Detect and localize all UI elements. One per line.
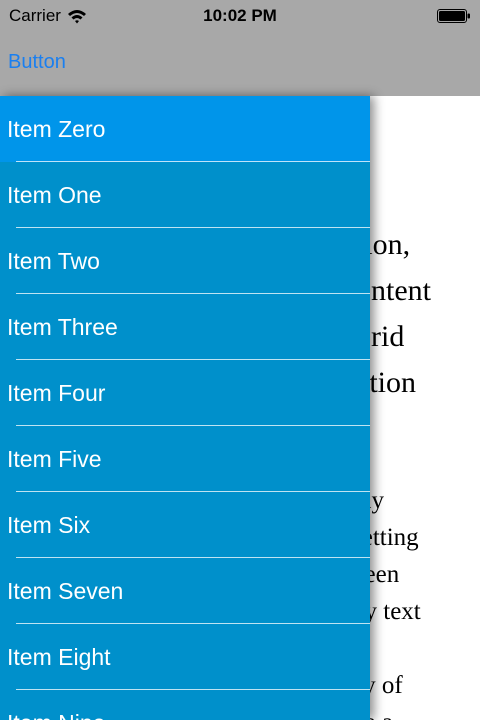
navigation-bar: Button xyxy=(0,32,480,96)
body-line: setting xyxy=(352,524,419,551)
menu-item-label: Item Four xyxy=(7,379,106,406)
menu-item-eight[interactable]: Item Eight xyxy=(0,624,370,690)
body-line: my xyxy=(352,482,480,519)
status-bar: Carrier 10:02 PM xyxy=(0,0,480,32)
menu-item-seven[interactable]: Item Seven xyxy=(0,558,370,624)
menu-item-label: Item Nine xyxy=(7,710,105,720)
heading-line: tion, xyxy=(356,228,411,261)
content-body: my setting been ny text n ey of ke a xyxy=(352,482,480,720)
menu-item-four[interactable]: Item Four xyxy=(0,360,370,426)
body-line: been xyxy=(352,561,400,588)
menu-item-label: Item Zero xyxy=(7,115,106,142)
menu-item-label: Item One xyxy=(7,181,102,208)
menu-item-two[interactable]: Item Two xyxy=(0,228,370,294)
menu-item-zero[interactable]: Item Zero xyxy=(0,96,370,162)
status-time: 10:02 PM xyxy=(203,6,277,25)
side-drawer-menu: Item Zero Item One Item Two Item Three I… xyxy=(0,96,370,720)
menu-item-label: Item Seven xyxy=(7,577,124,604)
menu-item-nine[interactable]: Item Nine xyxy=(0,690,370,720)
menu-item-label: Item Eight xyxy=(7,643,111,670)
menu-item-six[interactable]: Item Six xyxy=(0,492,370,558)
battery-icon xyxy=(437,9,470,23)
heading-line: ontent xyxy=(356,274,431,307)
content-heading: tion, ontent brid ation xyxy=(356,222,480,406)
menu-item-label: Item Five xyxy=(7,445,102,472)
body-line: ey of xyxy=(352,672,403,699)
menu-item-label: Item Six xyxy=(7,511,91,538)
menu-item-one[interactable]: Item One xyxy=(0,162,370,228)
body-line: ny text xyxy=(352,598,421,625)
heading-line: brid xyxy=(356,320,405,353)
body-line: n xyxy=(352,630,480,667)
nav-button[interactable]: Button xyxy=(8,51,66,74)
menu-item-three[interactable]: Item Three xyxy=(0,294,370,360)
menu-item-five[interactable]: Item Five xyxy=(0,426,370,492)
menu-item-label: Item Three xyxy=(7,313,118,340)
body-line: ke a xyxy=(352,704,480,720)
heading-line: ation xyxy=(356,366,416,399)
menu-item-label: Item Two xyxy=(7,247,100,274)
